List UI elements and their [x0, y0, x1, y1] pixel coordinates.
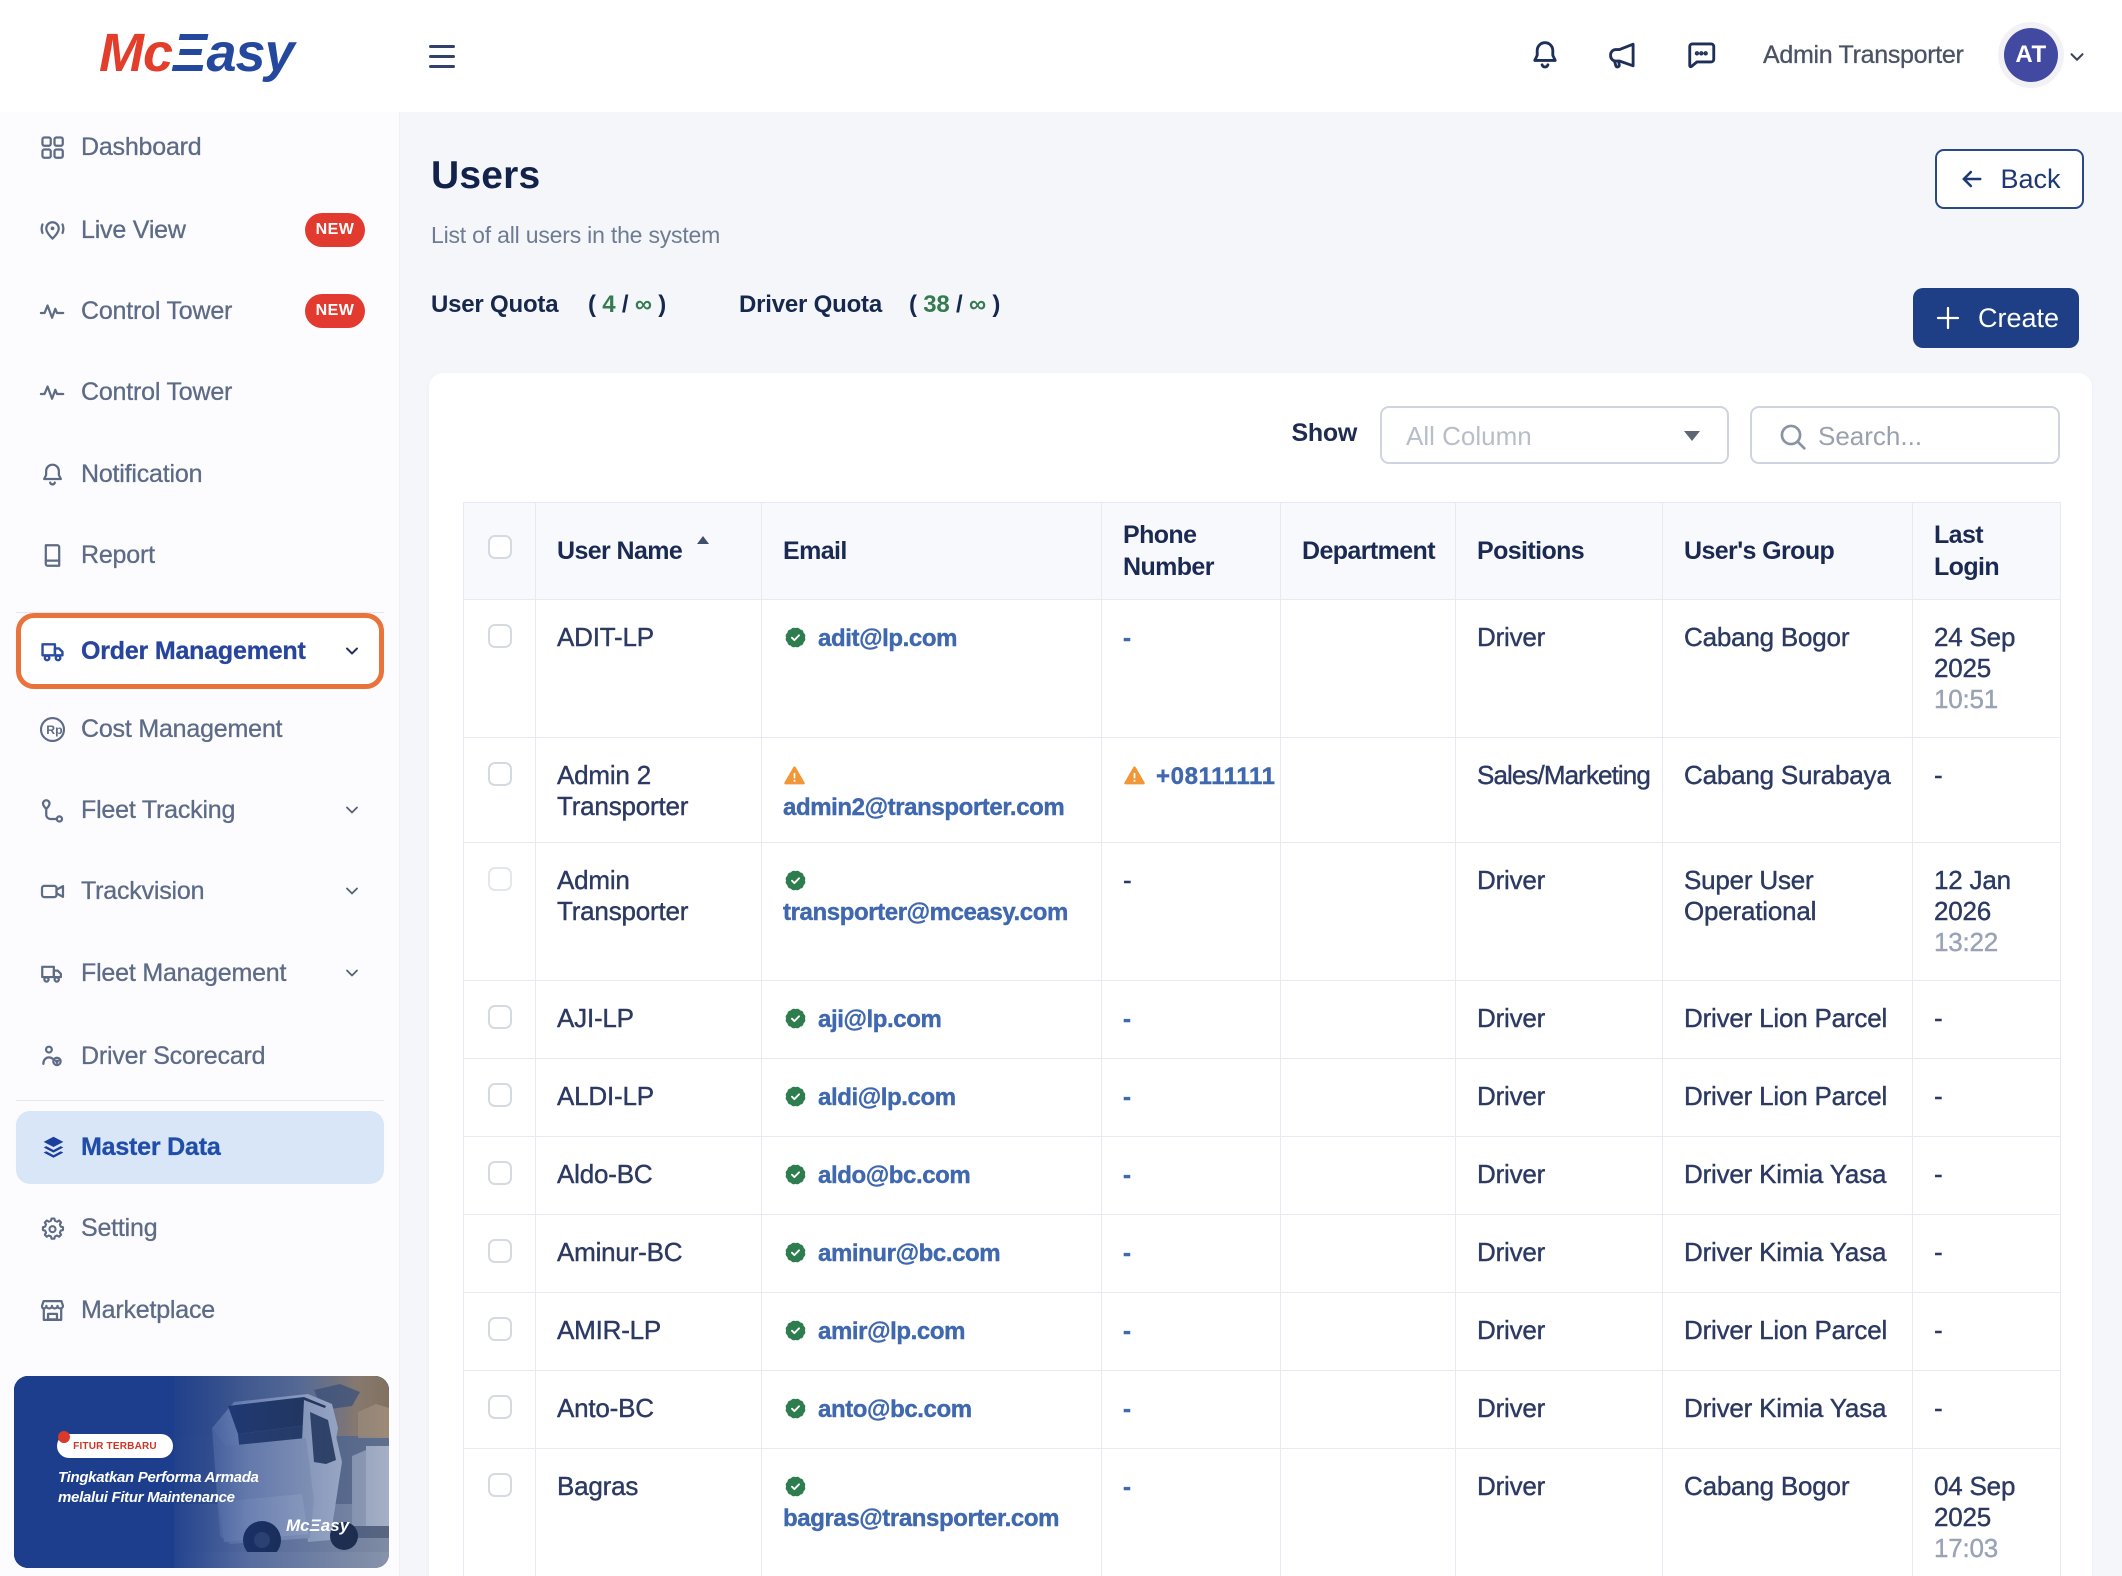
- svg-text:Rp: Rp: [46, 722, 62, 736]
